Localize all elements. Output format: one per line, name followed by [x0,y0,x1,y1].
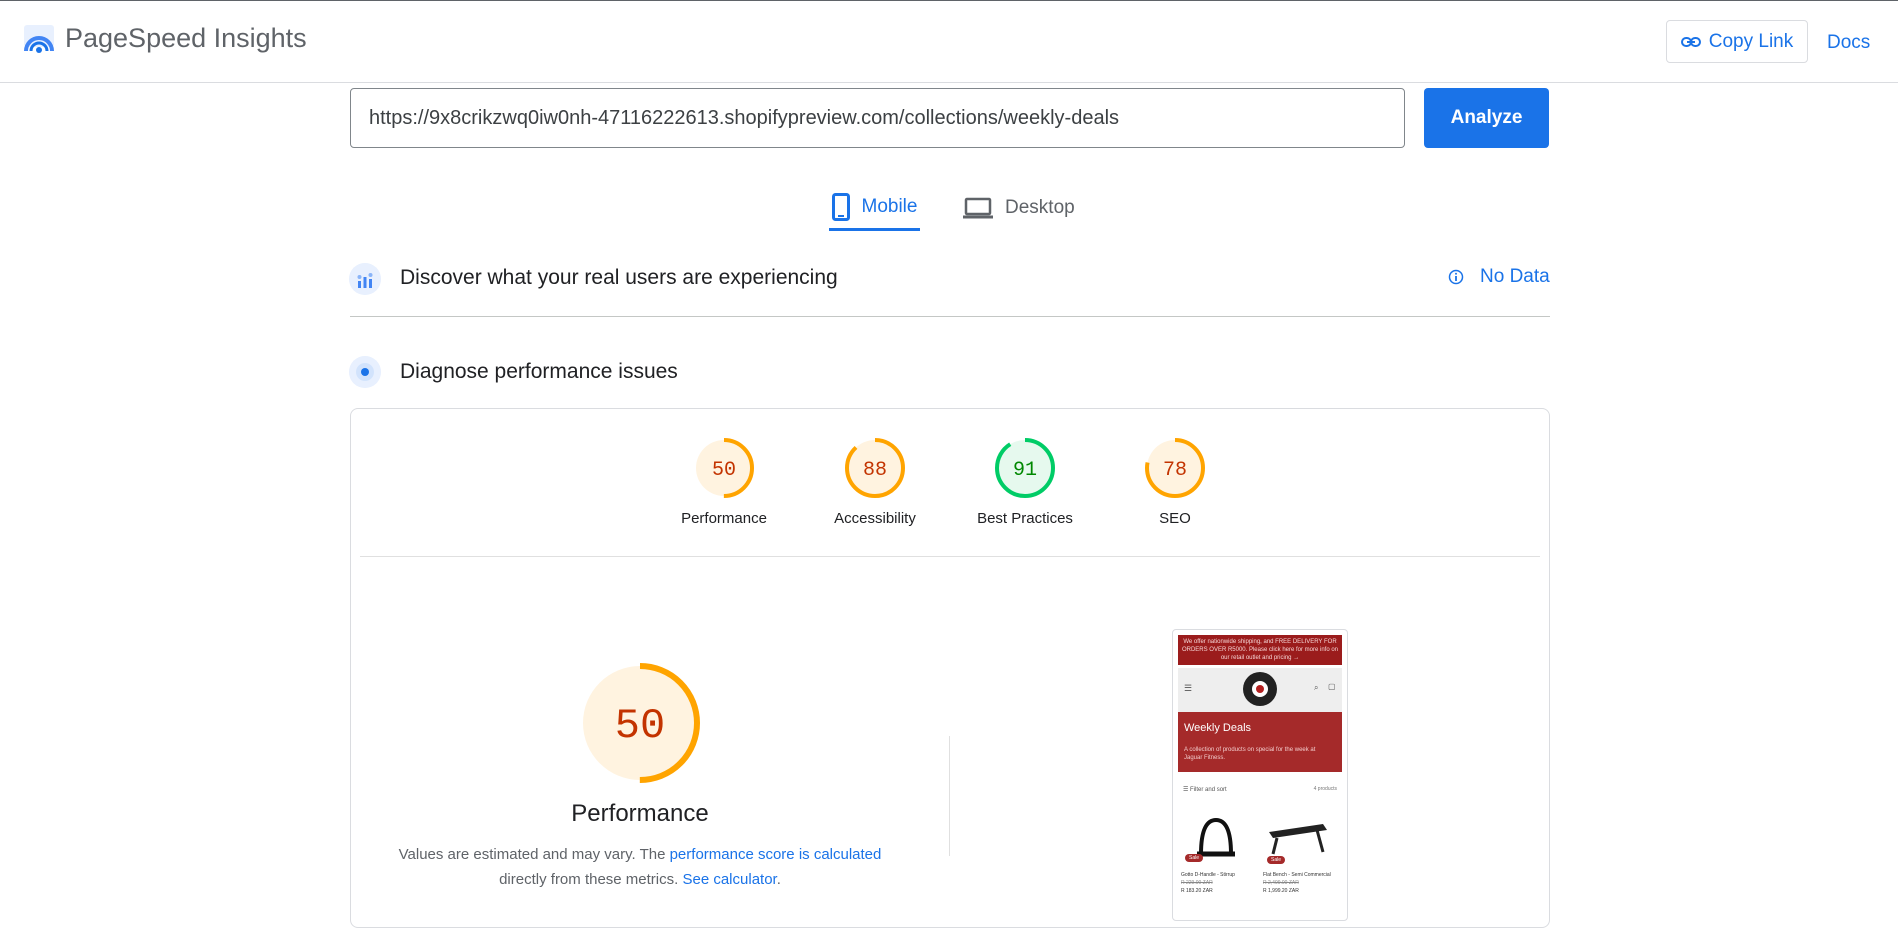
gauge-label: Accessibility [834,510,916,527]
score-gauge-accessibility[interactable]: 88 Accessibility [810,436,940,527]
gauge-ring: 91 [995,438,1055,498]
tab-desktop-label: Desktop [1005,197,1075,218]
gauge-score: 91 [1013,459,1037,482]
no-data-label: No Data [1480,266,1550,287]
gauge-label: Best Practices [977,510,1073,527]
preview-product-name: Gotto D-Handle - Stirrup [1181,872,1235,878]
preview-product-name: Flat Bench - Semi Commercial [1263,872,1331,878]
laptop-icon [963,197,993,219]
preview-product-count: 4 products [1313,786,1337,792]
url-input[interactable]: https://9x8crikzwq0iw0nh-47116222613.sho… [350,88,1405,148]
preview-store-logo [1243,672,1277,706]
preview-product-card: Sale Gotto D-Handle - Stirrup R 229.00 Z… [1181,810,1251,894]
preview-banner-title: Weekly Deals [1184,722,1252,734]
gauge-ring: 78 [1145,438,1205,498]
pagespeed-logo-icon [24,25,54,53]
preview-product-price: R 1,999.20 ZAR [1263,888,1299,894]
app-title: PageSpeed Insights [65,23,307,53]
gauge-score: 88 [863,459,887,482]
preview-banner-text: A collection of products on special for … [1184,747,1316,761]
performance-description: Values are estimated and may vary. The p… [380,842,900,892]
gauge-label: Performance [681,510,767,527]
gauge-ring: 88 [845,438,905,498]
info-icon [1448,269,1464,285]
tab-desktop[interactable]: Desktop [963,186,1075,230]
vertical-divider [949,736,950,856]
score-gauge-seo[interactable]: 78 SEO [1110,436,1240,527]
docs-link[interactable]: Docs [1827,32,1870,54]
desc-text-2: directly from these metrics. [499,871,683,888]
card-divider [360,556,1540,557]
lab-data-title: Diagnose performance issues [400,360,678,383]
score-gauge-best-practices[interactable]: 91 Best Practices [960,436,1090,527]
product-image-bench [1269,824,1327,855]
diagnose-icon [349,356,381,388]
score-calculated-link[interactable]: performance score is calculated [670,846,882,863]
performance-big-gauge: 50 [580,663,700,783]
analyze-button[interactable]: Analyze [1424,88,1549,148]
preview-product-old-price: R 229.00 ZAR [1181,880,1213,886]
gauge-score: 50 [712,459,736,482]
performance-big-label: Performance [571,800,709,827]
gauge-ring: 50 [694,438,754,498]
gauge-label: SEO [1159,510,1191,527]
users-chart-icon [349,263,381,295]
section-divider [350,316,1550,317]
preview-banner: Weekly Deals A collection of products on… [1178,712,1342,772]
preview-sale-badge: Sale [1267,856,1286,864]
score-gauge-performance[interactable]: 50 Performance [659,436,789,527]
tab-mobile[interactable]: Mobile [829,186,920,231]
preview-cart-icon: ▢ [1328,682,1336,691]
desc-text-1: Values are estimated and may vary. The [398,846,670,863]
preview-product-card: Sale Flat Bench - Semi Commercial R 2,49… [1263,810,1333,894]
smartphone-icon [831,193,850,221]
no-data-link[interactable]: No Data [1448,266,1550,288]
tab-mobile-label: Mobile [861,196,918,217]
field-data-title: Discover what your real users are experi… [400,266,838,289]
preview-filter: ☰ Filter and sort [1183,787,1227,793]
preview-filter-label: Filter and sort [1190,787,1227,793]
preview-product-price: R 183.20 ZAR [1181,888,1213,894]
gauge-score: 78 [1163,459,1187,482]
copy-link-label: Copy Link [1708,30,1794,52]
preview-announcement: We offer nationwide shipping, and FREE D… [1178,635,1342,665]
preview-sale-badge: Sale [1185,854,1204,862]
top-app-bar: PageSpeed Insights Copy Link Docs [0,1,1898,83]
preview-nav: ☰ ⌕ ▢ [1178,668,1342,712]
page-screenshot-thumbnail: We offer nationwide shipping, and FREE D… [1172,629,1348,921]
preview-product-old-price: R 2,499.00 ZAR [1263,880,1299,886]
link-icon [1680,36,1701,47]
preview-menu-icon: ☰ [1184,683,1193,693]
desc-end: . [776,871,781,888]
copy-link-button[interactable]: Copy Link [1666,20,1808,63]
preview-search-icon: ⌕ [1314,683,1319,692]
see-calculator-link[interactable]: See calculator [682,871,776,888]
performance-big-score: 50 [615,702,665,750]
